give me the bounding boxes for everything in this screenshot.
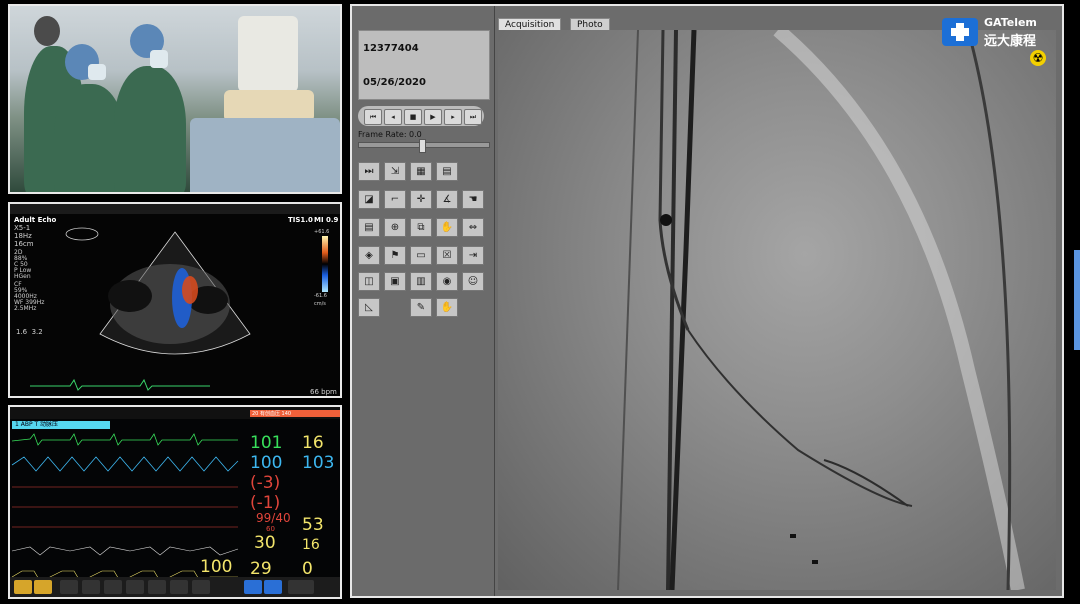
operating-room-video [8, 4, 342, 194]
wrench-icon[interactable]: ✎ [410, 298, 432, 317]
medical-cross-icon [942, 18, 978, 46]
color-scale-bar [322, 236, 328, 292]
rotate-icon[interactable]: ◈ [358, 246, 380, 265]
scan-icon[interactable]: ◺ [358, 298, 380, 317]
pleth-value: 100 [200, 557, 233, 577]
measure-icon[interactable]: ⌐ [384, 190, 406, 209]
frame-rate-slider[interactable] [358, 139, 490, 153]
last-frame-button[interactable]: ⏭ [464, 109, 482, 125]
orientation-marker [65, 227, 99, 241]
cvp-value: (-3) [250, 473, 281, 493]
tool-button-icon[interactable]: ⏭ [358, 162, 380, 181]
heart-chamber [108, 280, 152, 312]
settings-button[interactable] [264, 580, 282, 594]
surgeon-figure [114, 66, 186, 192]
playback-controls: ⏮ ◂ ■ ▶ ▸ ⏭ [358, 106, 484, 126]
catheter-overlay [617, 30, 1025, 590]
resp-waveform [11, 546, 239, 556]
side-drawer-tab[interactable] [1074, 250, 1080, 350]
spo2-value: 100 [250, 453, 283, 473]
alarm-button[interactable] [14, 580, 32, 594]
crosshair-icon[interactable]: ✛ [410, 190, 432, 209]
slider-knob[interactable] [419, 139, 426, 153]
ecg-waveform [11, 433, 238, 446]
resp-value: 53 [302, 515, 324, 535]
abp-value: 99/40 [256, 511, 291, 525]
copy-icon[interactable]: ⧉ [410, 218, 432, 237]
tool-button-icon[interactable]: ⇲ [384, 162, 406, 181]
layout-icon[interactable]: ◫ [358, 272, 380, 291]
nibp-value: 103 [302, 453, 335, 473]
radiation-icon: ☢ [1030, 50, 1046, 66]
camera-icon[interactable]: ◉ [436, 272, 458, 291]
pleth-waveform [11, 456, 239, 472]
pa-value: (-1) [250, 493, 281, 513]
patient-id: 12377404 [363, 43, 419, 54]
person-icon[interactable]: ☺ [462, 272, 484, 291]
layout-icon[interactable]: ▣ [384, 272, 406, 291]
monitor-alarm: 20 有创血压 140 [250, 410, 340, 417]
monitor-menu-bar [10, 577, 340, 597]
resize-icon[interactable]: ⇔ [462, 218, 484, 237]
menu-button[interactable] [104, 580, 122, 594]
folder-icon[interactable]: ▭ [410, 246, 432, 265]
etco2-value: 30 [254, 533, 276, 553]
pr-value: 16 [302, 433, 324, 453]
echocardiogram-panel: Adult Echo X5-1 18Hz 16cm 2D 88% C 50 P … [8, 202, 342, 398]
angle-icon[interactable]: ∡ [436, 190, 458, 209]
menu-button[interactable] [82, 580, 100, 594]
patient-drape [190, 118, 340, 192]
face-mask [88, 64, 106, 80]
temp-value: 29 [250, 559, 272, 579]
brand-name-cn: 远大康程 [984, 34, 1037, 49]
echo-image [30, 227, 328, 391]
close-box-icon[interactable]: ☒ [436, 246, 458, 265]
extra-value: 0 [302, 559, 313, 579]
hand-add-icon[interactable]: ☚ [462, 190, 484, 209]
menu-button[interactable] [148, 580, 166, 594]
grid-icon[interactable]: ▤ [436, 162, 458, 181]
brand-name-en: GATelem [984, 16, 1037, 29]
window-icon[interactable]: ◪ [358, 190, 380, 209]
stop-button[interactable]: ■ [404, 109, 422, 125]
fluoroscopy-viewer: 12377404 05/26/2020 ⏮ ◂ ■ ▶ ▸ ⏭ Frame Ra… [350, 4, 1064, 598]
zoom-icon[interactable]: ⊕ [384, 218, 406, 237]
main-menu-button[interactable] [244, 580, 262, 594]
previous-frame-button[interactable]: ◂ [384, 109, 402, 125]
ecg-trace [30, 378, 210, 391]
fluoroscopy-image [498, 30, 1056, 590]
next-frame-button[interactable]: ▸ [444, 109, 462, 125]
c-arm-equipment [238, 16, 298, 92]
viewer-sidebar: 12377404 05/26/2020 ⏮ ◂ ■ ▶ ▸ ⏭ Frame Ra… [352, 6, 495, 596]
menu-button[interactable] [192, 580, 210, 594]
study-date: 05/26/2020 [363, 77, 426, 88]
doppler-red-flow [182, 276, 198, 304]
silence-button[interactable] [34, 580, 52, 594]
menu-button[interactable] [60, 580, 78, 594]
layout-icon[interactable]: ▥ [410, 272, 432, 291]
grid-icon[interactable]: ▦ [410, 162, 432, 181]
awrr-value: 16 [302, 537, 320, 553]
menu-button[interactable] [126, 580, 144, 594]
brand-logo: GATelem 远大康程 ☢ [942, 14, 1052, 84]
patient-monitor: 20 有创血压 140 1 ABP T 动脉压 101 16 100 103 (… [8, 405, 342, 599]
hand-icon[interactable]: ✋ [436, 298, 458, 317]
patient-info-box: 12377404 05/26/2020 [358, 30, 490, 100]
monitor-channel-tab: 1 ABP T 动脉压 [12, 421, 110, 429]
face-mask [150, 50, 168, 68]
surgeon-head [34, 16, 60, 46]
frame-rate-label: Frame Rate: 0.0 [358, 130, 422, 139]
menu-button[interactable] [170, 580, 188, 594]
first-frame-button[interactable]: ⏮ [364, 109, 382, 125]
abp-mean-value: 60 [266, 525, 275, 533]
play-button[interactable]: ▶ [424, 109, 442, 125]
pan-hand-icon[interactable]: ✋ [436, 218, 458, 237]
export-icon[interactable]: ⇥ [462, 246, 484, 265]
flag-icon[interactable]: ⚑ [384, 246, 406, 265]
keyboard-button[interactable] [288, 580, 314, 594]
film-icon[interactable]: ▤ [358, 218, 380, 237]
hr-value: 101 [250, 433, 283, 453]
